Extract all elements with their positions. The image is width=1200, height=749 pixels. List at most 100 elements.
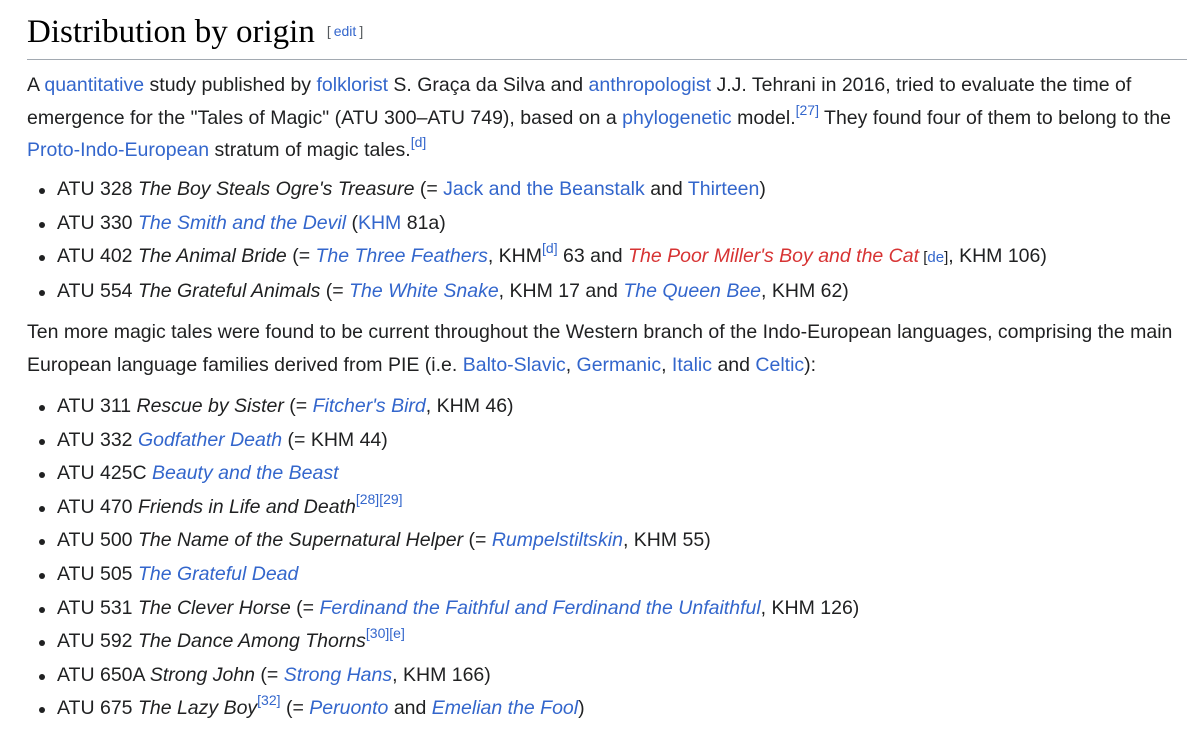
tale-title: The Smith and the Devil (137, 211, 347, 234)
link-the-queen-bee[interactable]: The Queen Bee (623, 280, 761, 302)
link-germanic[interactable]: Germanic (577, 354, 662, 376)
link-godfather-death[interactable]: Godfather Death (138, 429, 282, 451)
tale-title: Beauty and the Beast (152, 462, 339, 485)
text: and (388, 697, 432, 720)
text: ): (804, 353, 817, 376)
link-celtic[interactable]: Celtic (755, 354, 804, 376)
link-beauty-and-the-beast[interactable]: Beauty and the Beast (152, 462, 338, 484)
link-the-grateful-dead[interactable]: The Grateful Dead (138, 563, 298, 585)
edit-bracket-close: ] (359, 23, 364, 39)
link-folklorist[interactable]: folklorist (316, 74, 388, 96)
link-peruonto[interactable]: Peruonto (309, 697, 388, 719)
atu-code: ATU 500 (57, 529, 138, 552)
citation-27[interactable]: [27] (796, 102, 819, 118)
link-balto-slavic[interactable]: Balto-Slavic (463, 354, 566, 376)
link-the-smith-and-the-devil[interactable]: The Smith and the Devil (138, 212, 346, 234)
atu-code: ATU 328 (57, 178, 138, 200)
text: study published by (144, 74, 317, 96)
text: 81a) (401, 211, 446, 234)
link-quantitative[interactable]: quantitative (44, 74, 144, 96)
citation-link[interactable]: [29] (379, 491, 402, 507)
link-thirteen[interactable]: Thirteen (688, 178, 760, 200)
list-item: ATU 425C Beauty and the Beast (39, 457, 1197, 491)
tale-title: The Animal Bride (137, 245, 287, 268)
link-khm[interactable]: KHM (358, 212, 401, 234)
link-proto-indo-european[interactable]: Proto-Indo-European (27, 139, 209, 161)
tale-title: Strong John (149, 663, 256, 686)
list-item: ATU 311 Rescue by Sister (= Fitcher's Bi… (39, 390, 1197, 424)
atu-code: ATU 311 (57, 395, 137, 417)
link-fitchers-bird[interactable]: Fitcher's Bird (313, 395, 426, 417)
text: (= (255, 663, 284, 686)
link-text: The Queen Bee (623, 279, 762, 302)
text: model. (731, 106, 796, 129)
list-item: ATU 531 The Clever Horse (= Ferdinand th… (39, 592, 1197, 626)
edit-link[interactable]: edit (334, 23, 357, 39)
link-anthropologist[interactable]: anthropologist (589, 74, 712, 96)
article-page: Distribution by origin [edit] A quantitat… (0, 0, 1200, 749)
link-ferdinand-the-faithful[interactable]: Ferdinand the Faithful and Ferdinand the… (319, 597, 760, 619)
link-emelian-the-fool[interactable]: Emelian the Fool (432, 697, 578, 719)
citation-30[interactable]: [30] (366, 625, 389, 641)
atu-code: ATU 470 (57, 495, 138, 518)
link-phylogenetic[interactable]: phylogenetic (622, 107, 732, 129)
section-title: Distribution by origin (27, 14, 315, 50)
link-jack-and-the-beanstalk[interactable]: Jack and the Beanstalk (443, 178, 645, 200)
atu-code: ATU 505 (57, 562, 138, 585)
note-d[interactable]: [d] (542, 240, 558, 256)
edit-section: [edit] (327, 23, 363, 39)
citation-link[interactable]: [30] (366, 625, 389, 641)
text: , KHM 62) (761, 279, 849, 302)
tale-title: The Grateful Dead (137, 562, 299, 585)
tale-title: The Clever Horse (137, 596, 291, 619)
citation-link[interactable]: [28] (356, 491, 379, 507)
note-link[interactable]: [d] (542, 240, 558, 256)
note-d[interactable]: [d] (411, 134, 427, 150)
citation-29[interactable]: [29] (379, 491, 402, 507)
text: , KHM 106) (948, 245, 1047, 268)
text: (= (286, 245, 316, 268)
link-rumpelstiltskin[interactable]: Rumpelstiltskin (492, 529, 623, 551)
citation-link[interactable]: [32] (257, 692, 280, 708)
list-item: ATU 470 Friends in Life and Death[28][29… (39, 491, 1197, 525)
link-the-white-snake[interactable]: The White Snake (349, 280, 499, 302)
link-text: The Three Feathers (315, 245, 488, 268)
atu-code: ATU 402 (57, 245, 138, 268)
text: (= (283, 395, 313, 417)
tale-title: The Name of the Supernatural Helper (137, 529, 464, 552)
list-item: ATU 675 The Lazy Boy[32] (= Peruonto and… (39, 692, 1197, 726)
text: , (661, 353, 672, 376)
link-text: Fitcher's Bird (312, 395, 426, 417)
western-branch-paragraph: Ten more magic tales were found to be cu… (27, 316, 1192, 381)
text: ) (759, 178, 766, 200)
text: (= (320, 279, 350, 302)
citation-link[interactable]: [27] (796, 102, 819, 118)
text: 63 and (557, 245, 629, 268)
text: They found four of them to belong to the (818, 106, 1171, 129)
text: (= (290, 596, 320, 619)
redlink-poor-millers-boy[interactable]: The Poor Miller's Boy and the Cat (628, 245, 919, 267)
link-text: Strong Hans (283, 663, 393, 686)
note-link[interactable]: [e] (389, 625, 405, 641)
proto-indo-european-tales-list: ATU 328 The Boy Steals Ogre's Treasure (… (27, 173, 1197, 308)
interlanguage-link: [de] (919, 249, 948, 266)
note-link[interactable]: [d] (411, 134, 427, 150)
link-italic[interactable]: Italic (672, 354, 712, 376)
text: (= (463, 529, 492, 552)
link-text: Emelian the Fool (431, 697, 579, 720)
atu-code: ATU 554 (57, 279, 138, 302)
tale-title: Friends in Life and Death (137, 495, 356, 518)
citation-32[interactable]: [32] (257, 692, 280, 708)
citation-28[interactable]: [28] (356, 491, 379, 507)
western-branch-tales-list: ATU 311 Rescue by Sister (= Fitcher's Bi… (27, 390, 1197, 726)
tale-title: Rescue by Sister (136, 395, 284, 417)
note-e[interactable]: [e] (389, 625, 405, 641)
text: stratum of magic tales. (209, 139, 411, 161)
section-heading: Distribution by origin [edit] (27, 12, 1187, 60)
tale-title: The Boy Steals Ogre's Treasure (137, 178, 415, 200)
link-de[interactable]: de (927, 249, 944, 266)
link-text: The Poor Miller's Boy and the Cat (628, 245, 920, 268)
link-the-three-feathers[interactable]: The Three Feathers (316, 245, 488, 267)
list-item: ATU 328 The Boy Steals Ogre's Treasure (… (39, 173, 1197, 207)
link-strong-hans[interactable]: Strong Hans (284, 664, 392, 686)
